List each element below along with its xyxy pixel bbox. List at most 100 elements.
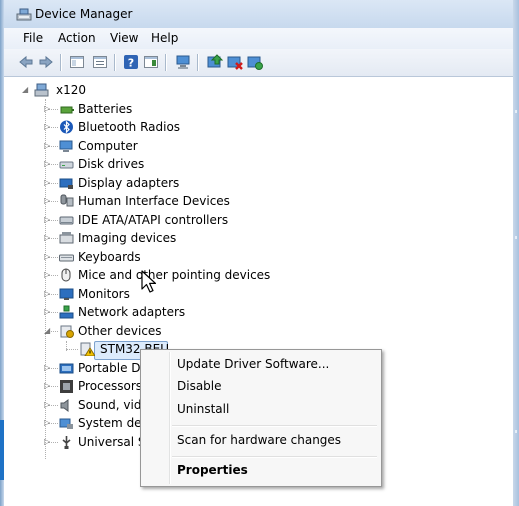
tree-node-label: Mice and other pointing devices <box>78 268 271 282</box>
expand-arrow-icon[interactable]: ▷ <box>44 414 50 432</box>
tree-node-category[interactable]: ▷ Keyboards <box>4 248 513 266</box>
tree-node-category[interactable]: ▷ Computer <box>4 137 513 155</box>
edge-ridge <box>515 110 517 113</box>
menu-view[interactable]: View <box>110 31 138 45</box>
tree-node-category[interactable]: ▷ Monitors <box>4 285 513 303</box>
action-pane-icon[interactable] <box>143 54 159 70</box>
tree-node-label: Display adapters <box>78 175 180 190</box>
menu-item-disable[interactable]: Disable <box>177 379 222 393</box>
tree-node-label: System dev <box>78 416 149 430</box>
sound-icon <box>60 398 69 412</box>
tree-node-category[interactable]: ▷ Network adapters <box>4 303 513 321</box>
collapse-arrow-icon[interactable]: ◢ <box>22 81 28 99</box>
expand-arrow-icon[interactable]: ▷ <box>44 359 50 377</box>
expand-arrow-icon[interactable]: ▷ <box>44 192 50 210</box>
toolbar: ? <box>4 49 513 77</box>
expand-arrow-icon[interactable]: ▷ <box>44 377 50 395</box>
expand-arrow-icon[interactable]: ▷ <box>44 248 50 266</box>
title-bar[interactable]: Device Manager <box>4 0 513 28</box>
bt-icon <box>60 120 73 134</box>
collapse-arrow-icon[interactable]: ◢ <box>44 322 50 340</box>
tree-node-category[interactable]: ▷ IDE ATA/ATAPI controllers <box>4 211 513 229</box>
device-manager-icon <box>16 8 32 21</box>
computer-icon[interactable] <box>175 54 191 70</box>
svg-text:?: ? <box>128 57 134 70</box>
tree-node-label: Disk drives <box>78 157 145 171</box>
expand-arrow-icon[interactable]: ▷ <box>44 433 50 451</box>
menu-item-properties[interactable]: Properties <box>177 463 248 477</box>
menu-separator <box>172 456 377 457</box>
update-driver-icon[interactable] <box>207 54 223 70</box>
tree-node-category[interactable]: ▷ Bluetooth Radios <box>4 118 513 136</box>
tree-node-label: Portable De <box>78 360 148 375</box>
tree-node-label: Processors <box>78 379 143 393</box>
toolbar-separator <box>114 54 115 71</box>
expand-arrow-icon[interactable]: ▷ <box>44 396 50 414</box>
menu-gutter <box>169 352 170 484</box>
help-icon[interactable]: ? <box>123 54 139 70</box>
expand-arrow-icon[interactable]: ▷ <box>44 266 50 284</box>
other-icon <box>60 325 74 338</box>
menu-file[interactable]: File <box>23 31 43 45</box>
battery-icon <box>60 106 74 113</box>
expand-arrow-icon[interactable]: ▷ <box>44 118 50 136</box>
tree-node-label: Keyboards <box>78 249 141 264</box>
root-icon <box>34 83 49 97</box>
show-hide-console-tree-icon[interactable] <box>69 54 85 70</box>
tree-node-label: x120 <box>56 83 87 97</box>
monitor-icon <box>59 288 74 300</box>
tree-node-label: Sound, vide <box>78 397 149 412</box>
tree-node-label: Bluetooth Radios <box>78 120 181 134</box>
tree-node-label: Computer <box>78 138 138 153</box>
expand-arrow-icon[interactable]: ▷ <box>44 100 50 118</box>
forward-icon[interactable] <box>38 54 54 70</box>
mouse-icon <box>61 268 71 282</box>
tree-node-category[interactable]: ▷ Disk drives <box>4 155 513 173</box>
tree-node-label: Human Interface Devices <box>78 194 230 208</box>
window-title: Device Manager <box>35 7 133 21</box>
expand-arrow-icon[interactable]: ▷ <box>44 303 50 321</box>
menu-separator <box>172 425 377 426</box>
tree-node-category[interactable]: ▷ Imaging devices <box>4 229 513 247</box>
expand-arrow-icon[interactable]: ▷ <box>44 285 50 303</box>
mouse-pointer-icon <box>141 270 157 293</box>
disable-device-icon[interactable] <box>227 54 243 70</box>
tree-node-category[interactable]: ▷ Mice and other pointing devices <box>4 266 513 284</box>
menu-item-uninstall[interactable]: Uninstall <box>177 402 229 416</box>
uninstall-device-icon[interactable] <box>247 54 263 70</box>
expand-arrow-icon[interactable]: ▷ <box>44 174 50 192</box>
keyboard-icon <box>59 254 74 261</box>
tree-node-category[interactable]: ▷ Display adapters <box>4 174 513 192</box>
edge-ridge <box>515 236 517 239</box>
tree-node-root[interactable]: ◢ x120 <box>4 81 513 99</box>
toolbar-separator <box>197 54 198 71</box>
window-right-edge <box>513 0 519 506</box>
tree-node-category[interactable]: ▷ Human Interface Devices <box>4 192 513 210</box>
expand-arrow-icon[interactable]: ▷ <box>44 137 50 155</box>
back-icon[interactable] <box>18 54 34 70</box>
tree-node-label: Monitors <box>78 286 130 301</box>
menu-help[interactable]: Help <box>151 31 178 45</box>
tree-node-label: Other devices <box>78 323 162 338</box>
expand-arrow-icon[interactable]: ▷ <box>44 155 50 173</box>
menu-item-scan-hardware[interactable]: Scan for hardware changes <box>177 433 341 447</box>
pc-icon <box>59 140 73 152</box>
tree-node-label: Network adapters <box>78 305 186 319</box>
tree-node-label: IDE ATA/ATAPI controllers <box>78 212 229 227</box>
system-icon <box>59 418 73 429</box>
warn-icon <box>80 342 95 356</box>
toolbar-separator <box>60 54 61 71</box>
tree-node-category[interactable]: ◢ Other devices <box>4 322 513 340</box>
hid-icon <box>60 194 74 207</box>
tree-node-label: Batteries <box>78 101 133 116</box>
tree-node-category[interactable]: ▷ Batteries <box>4 100 513 118</box>
expand-arrow-icon[interactable]: ▷ <box>44 211 50 229</box>
menu-bar: File Action View Help <box>4 28 513 49</box>
menu-action[interactable]: Action <box>58 31 96 45</box>
menu-item-update-driver[interactable]: Update Driver Software... <box>177 357 329 371</box>
expand-arrow-icon[interactable]: ▷ <box>44 229 50 247</box>
properties-icon[interactable] <box>92 54 108 70</box>
disk-icon <box>59 161 74 169</box>
ide-icon <box>59 216 74 224</box>
tree-node-label: Imaging devices <box>78 231 177 245</box>
